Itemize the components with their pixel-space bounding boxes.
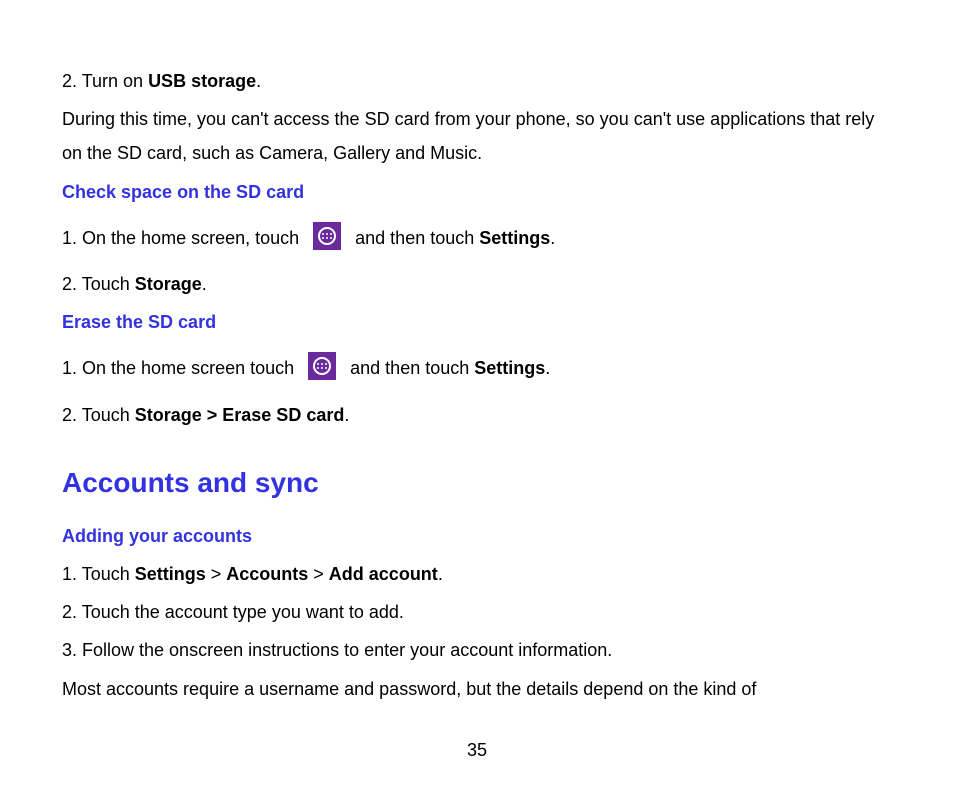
erase-sd-step-2: 2. Touch Storage > Erase SD card. (62, 398, 892, 432)
text: > (308, 564, 329, 584)
text: 1. On the home screen touch (62, 351, 304, 385)
accounts-subheading: Adding your accounts (62, 519, 892, 553)
accounts-heading: Accounts and sync (62, 456, 892, 509)
apps-icon (308, 352, 336, 380)
text: > (206, 564, 227, 584)
text: . (344, 405, 349, 425)
text: . (550, 221, 555, 255)
text: . (438, 564, 443, 584)
usb-step-2: 2. Turn on USB storage. (62, 64, 892, 98)
usb-note: During this time, you can't access the S… (62, 102, 892, 170)
text: . (202, 274, 207, 294)
accounts-step-3: 3. Follow the onscreen instructions to e… (62, 633, 892, 667)
bold-text: USB storage (148, 71, 256, 91)
erase-sd-step-1: 1. On the home screen touch and then tou… (62, 351, 892, 385)
bold-text: Settings (135, 564, 206, 584)
bold-text: Add account (329, 564, 438, 584)
bold-text: Settings (474, 351, 545, 385)
check-sd-step-2: 2. Touch Storage. (62, 267, 892, 301)
apps-icon (313, 222, 341, 250)
text: 2. Touch (62, 274, 135, 294)
text: and then touch (340, 351, 474, 385)
page-number: 35 (0, 733, 954, 767)
text: . (256, 71, 261, 91)
bold-text: Accounts (226, 564, 308, 584)
bold-text: Settings (479, 221, 550, 255)
erase-sd-heading: Erase the SD card (62, 305, 892, 339)
text: . (545, 351, 550, 385)
text: 1. Touch (62, 564, 135, 584)
accounts-step-1: 1. Touch Settings > Accounts > Add accou… (62, 557, 892, 591)
check-sd-heading: Check space on the SD card (62, 175, 892, 209)
text: and then touch (345, 221, 479, 255)
accounts-step-2: 2. Touch the account type you want to ad… (62, 595, 892, 629)
text: 2. Touch (62, 405, 135, 425)
text: 1. On the home screen, touch (62, 221, 309, 255)
check-sd-step-1: 1. On the home screen, touch and then to… (62, 221, 892, 255)
bold-text: Storage (135, 274, 202, 294)
text: 2. Turn on (62, 71, 148, 91)
page-content: 2. Turn on USB storage. During this time… (0, 0, 954, 706)
accounts-note: Most accounts require a username and pas… (62, 672, 892, 706)
